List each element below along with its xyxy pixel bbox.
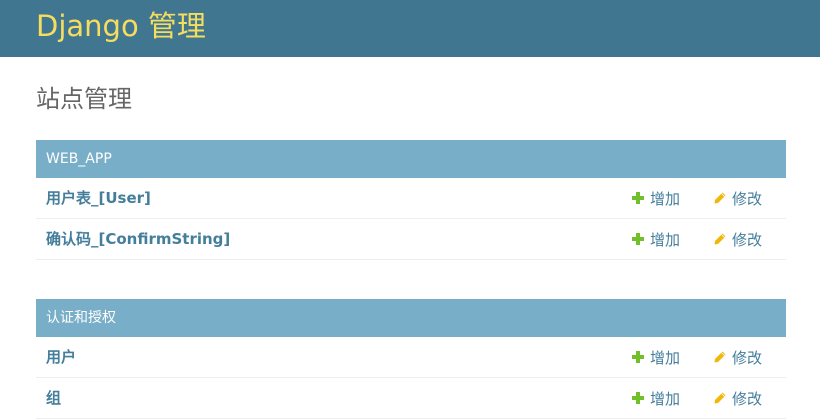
add-label: 增加 (650, 230, 681, 249)
model-row-user: 用户表_[User] 增加 修改 (36, 178, 786, 219)
add-button[interactable]: 增加 (631, 219, 680, 259)
model-row-confirmstring: 确认码_[ConfirmString] 增加 修改 (36, 219, 786, 260)
module-caption-link[interactable]: 认证和授权 (36, 299, 786, 337)
add-button[interactable]: 增加 (631, 337, 680, 377)
app-module-web-app: WEB_APP 用户表_[User] 增加 修改 确认码_[ConfirmStr… (36, 140, 786, 260)
model-link-user[interactable]: 用户表_[User] (46, 178, 151, 218)
header-bar: Django 管理 (0, 0, 820, 57)
site-branding-link[interactable]: Django 管理 (36, 8, 206, 44)
model-link-users[interactable]: 用户 (46, 337, 76, 377)
change-label: 修改 (732, 348, 763, 367)
change-label: 修改 (732, 230, 763, 249)
change-button[interactable]: 修改 (713, 219, 762, 259)
app-module-auth: 认证和授权 用户 增加 修改 组 增加 修改 (36, 299, 786, 419)
model-link-groups[interactable]: 组 (46, 378, 61, 418)
pencil-icon (713, 191, 727, 205)
plus-icon (631, 391, 645, 405)
change-button[interactable]: 修改 (713, 337, 762, 377)
pencil-icon (713, 391, 727, 405)
add-label: 增加 (650, 348, 681, 367)
add-label: 增加 (650, 389, 681, 408)
model-link-confirmstring[interactable]: 确认码_[ConfirmString] (46, 219, 230, 259)
plus-icon (631, 232, 645, 246)
change-button[interactable]: 修改 (713, 178, 762, 218)
change-label: 修改 (732, 389, 763, 408)
add-button[interactable]: 增加 (631, 378, 680, 418)
model-row-groups: 组 增加 修改 (36, 378, 786, 419)
page-title: 站点管理 (36, 85, 132, 113)
plus-icon (631, 350, 645, 364)
model-row-users: 用户 增加 修改 (36, 337, 786, 378)
change-label: 修改 (732, 189, 763, 208)
module-caption-link[interactable]: WEB_APP (36, 140, 786, 178)
pencil-icon (713, 232, 727, 246)
plus-icon (631, 191, 645, 205)
add-button[interactable]: 增加 (631, 178, 680, 218)
add-label: 增加 (650, 189, 681, 208)
change-button[interactable]: 修改 (713, 378, 762, 418)
pencil-icon (713, 350, 727, 364)
